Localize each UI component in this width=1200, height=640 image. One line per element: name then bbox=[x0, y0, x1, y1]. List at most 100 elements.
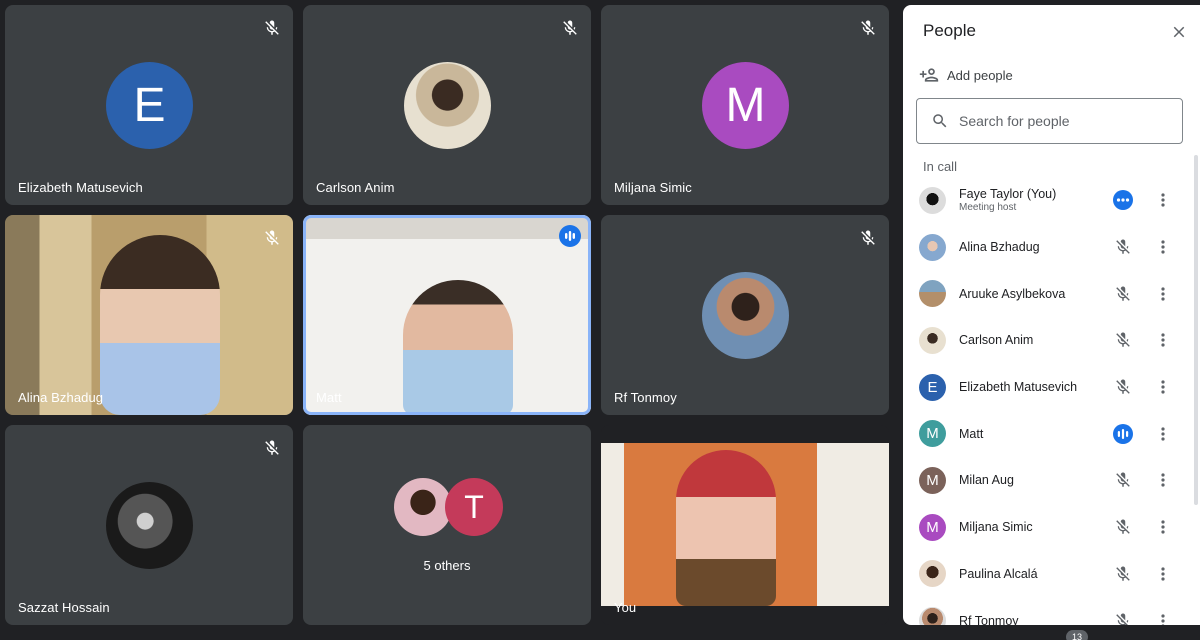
person-name: Aruuke Asylbekova bbox=[959, 286, 1066, 301]
self-tile[interactable]: You bbox=[601, 425, 889, 625]
mic-off-icon bbox=[1113, 377, 1133, 397]
more-vert-icon[interactable] bbox=[1155, 424, 1171, 444]
people-panel: People Add people In call Faye Taylor (Y… bbox=[903, 5, 1200, 625]
more-vert-icon[interactable] bbox=[1155, 564, 1171, 584]
participant-tile-speaking[interactable]: Matt bbox=[303, 215, 591, 415]
avatar: M bbox=[919, 466, 946, 494]
participant-tile[interactable]: Alina Bzhadug bbox=[5, 215, 293, 415]
person-name: Rf Tonmoy bbox=[959, 613, 1019, 625]
avatar-photo bbox=[919, 233, 946, 261]
list-item[interactable]: E Elizabeth Matusevich bbox=[903, 364, 1193, 411]
more-vert-icon[interactable] bbox=[1155, 284, 1171, 304]
more-vert-icon[interactable] bbox=[1155, 611, 1171, 625]
in-call-section-label: In call bbox=[923, 159, 957, 174]
person-name: Paulina Alcalá bbox=[959, 566, 1038, 581]
mic-off-icon bbox=[1113, 564, 1133, 584]
participant-count-badge: 13 bbox=[1066, 630, 1088, 640]
more-vert-icon[interactable] bbox=[1155, 470, 1171, 490]
participant-tile[interactable]: Sazzat Hossain bbox=[5, 425, 293, 625]
participant-name: Miljana Simic bbox=[614, 180, 692, 195]
mic-off-icon bbox=[1113, 237, 1133, 257]
video-subject bbox=[403, 280, 513, 415]
participant-name: Elizabeth Matusevich bbox=[18, 180, 143, 195]
avatar-photo bbox=[919, 560, 946, 588]
mic-off-icon bbox=[1113, 470, 1133, 490]
speaking-icon bbox=[1113, 423, 1133, 444]
others-tile[interactable]: T 5 others bbox=[303, 425, 591, 625]
more-vert-icon[interactable] bbox=[1155, 237, 1171, 257]
list-item[interactable]: Rf Tonmoy bbox=[903, 597, 1193, 625]
mic-off-icon bbox=[1113, 284, 1133, 304]
avatar: T bbox=[445, 478, 503, 536]
list-item[interactable]: Faye Taylor (You) Meeting host bbox=[903, 177, 1193, 224]
video-subject bbox=[676, 450, 776, 606]
people-list: Faye Taylor (You) Meeting host Alina Bzha… bbox=[903, 177, 1193, 625]
participant-tile[interactable]: E Elizabeth Matusevich bbox=[5, 5, 293, 205]
search-field[interactable] bbox=[916, 98, 1183, 144]
more-options-icon[interactable] bbox=[1113, 190, 1133, 211]
avatar-photo bbox=[919, 186, 946, 214]
mic-off-icon bbox=[861, 230, 875, 245]
add-people-label: Add people bbox=[947, 67, 1013, 83]
scrollbar[interactable] bbox=[1194, 155, 1198, 505]
avatar: M bbox=[919, 513, 946, 541]
person-name: Elizabeth Matusevich bbox=[959, 380, 1078, 395]
avatar-photo bbox=[919, 280, 946, 308]
mic-off-icon bbox=[265, 230, 279, 245]
participant-name: Rf Tonmoy bbox=[614, 390, 677, 405]
mic-off-icon bbox=[265, 20, 279, 35]
meeting-stage: E Elizabeth Matusevich Carlson Anim M Mi… bbox=[0, 0, 1200, 640]
more-vert-icon[interactable] bbox=[1155, 330, 1171, 350]
person-name: Faye Taylor (You) bbox=[959, 187, 1057, 202]
avatar-photo bbox=[919, 326, 946, 354]
avatar-photo bbox=[106, 482, 193, 569]
list-item[interactable]: Paulina Alcalá bbox=[903, 551, 1193, 598]
mic-off-icon bbox=[1113, 330, 1133, 350]
avatar-photo bbox=[702, 272, 789, 359]
mic-off-icon bbox=[1113, 517, 1133, 537]
more-vert-icon[interactable] bbox=[1155, 377, 1171, 397]
avatar: M bbox=[702, 62, 789, 149]
avatar-photo bbox=[404, 62, 491, 149]
avatar-photo bbox=[919, 607, 946, 625]
list-item[interactable]: M Miljana Simic bbox=[903, 504, 1193, 551]
person-name: Carlson Anim bbox=[959, 333, 1034, 348]
list-item[interactable]: Carlson Anim bbox=[903, 317, 1193, 364]
participant-tile[interactable]: Carlson Anim bbox=[303, 5, 591, 205]
search-icon bbox=[933, 114, 947, 128]
add-person-icon bbox=[919, 68, 939, 82]
list-item[interactable]: M Milan Aug bbox=[903, 457, 1193, 504]
mic-off-icon bbox=[1113, 611, 1133, 625]
avatar: E bbox=[106, 62, 193, 149]
participant-tile[interactable]: Rf Tonmoy bbox=[601, 215, 889, 415]
more-vert-icon[interactable] bbox=[1155, 190, 1171, 210]
mic-off-icon bbox=[861, 20, 875, 35]
participant-name: Matt bbox=[316, 390, 342, 405]
more-vert-icon[interactable] bbox=[1155, 517, 1171, 537]
close-icon[interactable] bbox=[1170, 23, 1188, 41]
list-item[interactable]: M Matt bbox=[903, 410, 1193, 457]
participant-name: Sazzat Hossain bbox=[18, 600, 110, 615]
video-subject bbox=[100, 235, 220, 415]
participant-name: Carlson Anim bbox=[316, 180, 395, 195]
speaking-icon bbox=[559, 225, 581, 247]
person-name: Miljana Simic bbox=[959, 520, 1033, 535]
person-name: Alina Bzhadug bbox=[959, 240, 1040, 255]
list-item[interactable]: Aruuke Asylbekova bbox=[903, 270, 1193, 317]
avatar-photo bbox=[394, 478, 452, 536]
search-input[interactable] bbox=[959, 113, 1159, 129]
person-name: Matt bbox=[959, 426, 984, 441]
mic-off-icon bbox=[563, 20, 577, 35]
participant-tile[interactable]: M Miljana Simic bbox=[601, 5, 889, 205]
panel-title: People bbox=[923, 21, 976, 40]
add-people-button[interactable]: Add people bbox=[919, 65, 1013, 85]
participant-name: You bbox=[614, 600, 637, 615]
avatar: M bbox=[919, 420, 946, 448]
person-name: Milan Aug bbox=[959, 473, 1014, 488]
person-role: Meeting host bbox=[959, 202, 1017, 214]
mic-off-icon bbox=[265, 440, 279, 455]
avatar: E bbox=[919, 373, 946, 401]
others-count-label: 5 others bbox=[423, 558, 471, 573]
list-item[interactable]: Alina Bzhadug bbox=[903, 224, 1193, 271]
participant-name: Alina Bzhadug bbox=[18, 390, 104, 405]
